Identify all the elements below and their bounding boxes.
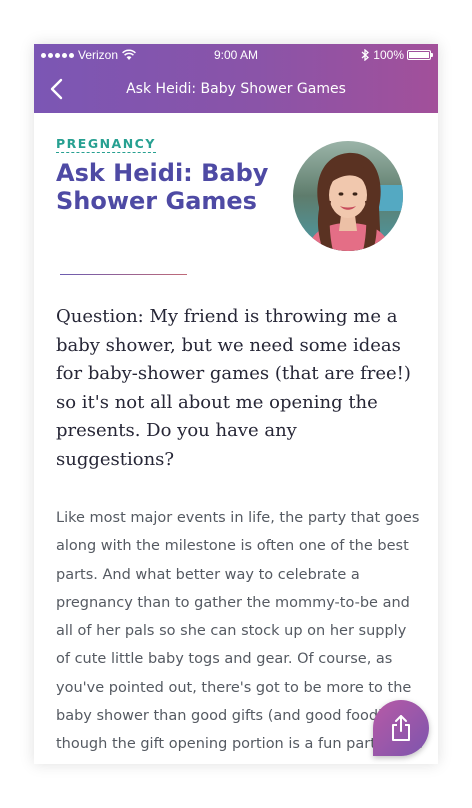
article-title: Ask Heidi: Baby Shower Games <box>56 159 269 215</box>
category-link[interactable]: PREGNANCY <box>56 136 156 153</box>
share-button[interactable] <box>373 700 429 756</box>
title-divider <box>60 274 187 275</box>
answer-text: Like most major events in life, the part… <box>56 510 423 753</box>
share-icon <box>392 715 410 741</box>
author-avatar <box>293 141 403 251</box>
battery-icon <box>407 50 433 60</box>
status-bar: Verizon 9:00 AM 100% <box>34 44 438 66</box>
nav-title: Ask Heidi: Baby Shower Games <box>126 81 346 97</box>
chevron-left-icon[interactable] <box>44 75 72 103</box>
header: Verizon 9:00 AM 100% Ask Heidi: Baby Sho… <box>34 44 438 113</box>
question-text: Question: My friend is throwing me a bab… <box>56 306 411 470</box>
phone-screen: Verizon 9:00 AM 100% Ask Heidi: Baby Sho… <box>34 44 438 764</box>
bluetooth-icon <box>361 49 370 61</box>
status-right: 100% <box>361 44 433 66</box>
battery-percent: 100% <box>373 48 404 62</box>
author-photo <box>293 141 403 251</box>
nav-bar: Ask Heidi: Baby Shower Games <box>34 66 438 113</box>
